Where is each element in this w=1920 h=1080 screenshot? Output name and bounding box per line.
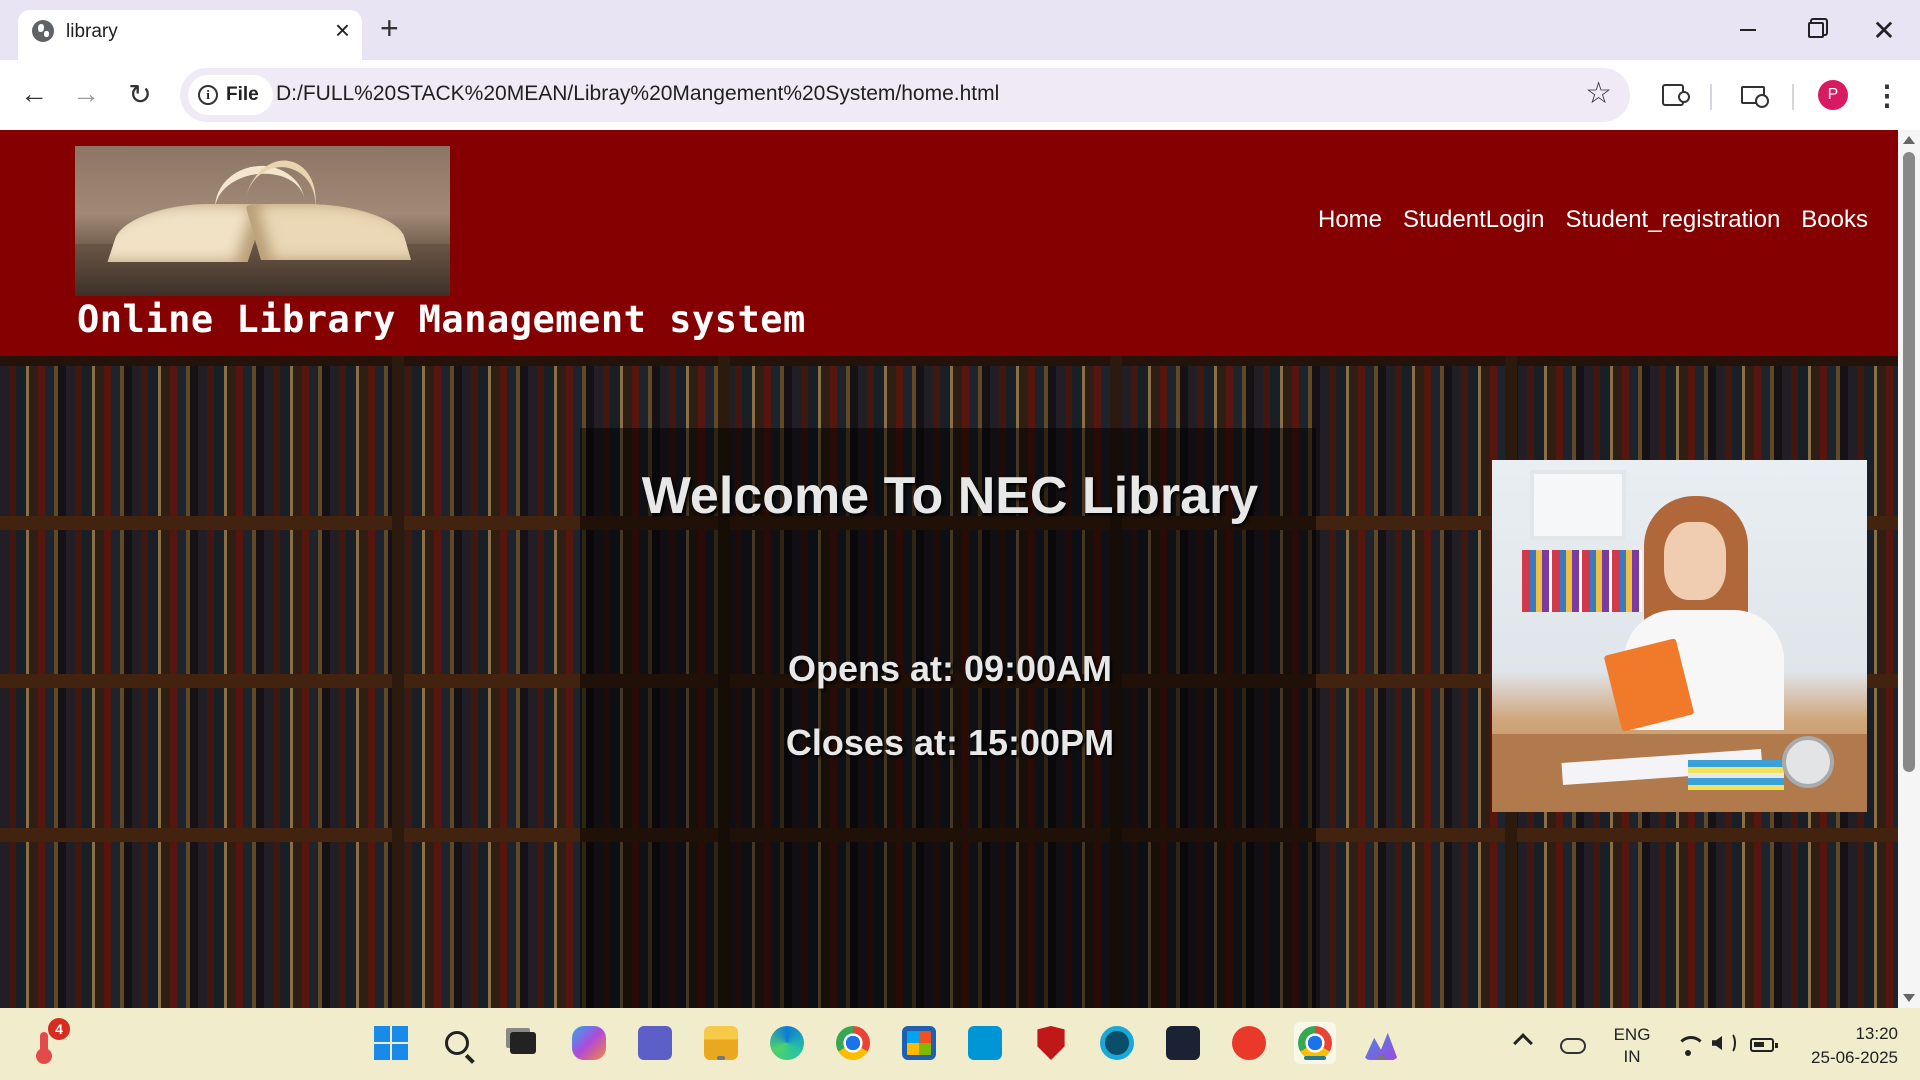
search-icon bbox=[445, 1031, 469, 1055]
search-button[interactable] bbox=[436, 1022, 478, 1064]
welcome-heading: Welcome To NEC Library bbox=[641, 467, 1259, 525]
page-viewport: Online Library Management system Home St… bbox=[0, 130, 1898, 1008]
more-menu-icon[interactable]: ⋮ bbox=[1866, 74, 1908, 116]
task-view-button[interactable] bbox=[502, 1022, 544, 1064]
windows-logo-icon bbox=[374, 1026, 408, 1060]
scroll-thumb[interactable] bbox=[1903, 152, 1915, 772]
toolbar-divider bbox=[1792, 84, 1794, 110]
window-close-button[interactable]: ✕ bbox=[1864, 12, 1904, 48]
chrome-icon bbox=[1298, 1026, 1332, 1060]
nav-link-books[interactable]: Books bbox=[1801, 206, 1868, 234]
folder-icon bbox=[704, 1026, 738, 1060]
system-clock[interactable]: 13:20 25-06-2025 bbox=[1790, 1022, 1898, 1070]
open-book-logo-image bbox=[75, 146, 450, 296]
notification-badge: 4 bbox=[48, 1018, 70, 1040]
photos-icon bbox=[1364, 1032, 1398, 1060]
battery-icon[interactable] bbox=[1750, 1038, 1778, 1052]
minimize-button[interactable] bbox=[1728, 12, 1768, 48]
chrome-app[interactable] bbox=[832, 1022, 874, 1064]
copilot-icon bbox=[572, 1026, 606, 1060]
url-text[interactable]: D:/FULL%20STACK%20MEAN/Libray%20Mangemen… bbox=[276, 82, 999, 106]
extensions-icon[interactable] bbox=[1652, 74, 1694, 116]
myhp-app[interactable] bbox=[964, 1022, 1006, 1064]
restore-button[interactable] bbox=[1796, 12, 1836, 48]
site-header: Online Library Management system Home St… bbox=[0, 130, 1898, 356]
back-arrow-icon[interactable]: ← bbox=[14, 74, 54, 114]
alexa-app[interactable] bbox=[1096, 1022, 1138, 1064]
student-reading-image bbox=[1492, 460, 1867, 812]
photos-app[interactable] bbox=[1360, 1022, 1402, 1064]
profile-avatar[interactable]: P bbox=[1818, 80, 1848, 110]
nav-link-student-login[interactable]: StudentLogin bbox=[1403, 206, 1544, 234]
reload-icon[interactable]: ↻ bbox=[120, 74, 160, 114]
main-nav: Home StudentLogin Student_registration B… bbox=[1318, 206, 1868, 234]
language-code: ENG bbox=[1613, 1025, 1651, 1044]
wps-icon bbox=[1232, 1026, 1266, 1060]
chrome-icon bbox=[836, 1026, 870, 1060]
clock-date: 25-06-2025 bbox=[1811, 1048, 1898, 1067]
scroll-up-arrow-icon[interactable] bbox=[1903, 136, 1915, 144]
chrome-profile-app[interactable] bbox=[1294, 1022, 1336, 1064]
mcafee-shield-icon bbox=[1037, 1026, 1065, 1060]
edge-icon bbox=[770, 1026, 804, 1060]
site-info-label: File bbox=[226, 84, 259, 105]
browser-tab[interactable]: library × bbox=[18, 10, 362, 60]
microsoft-store-app[interactable] bbox=[898, 1022, 940, 1064]
myhp-icon bbox=[968, 1026, 1002, 1060]
close-tab-icon[interactable]: × bbox=[335, 15, 350, 46]
tab-strip: library × + ✕ bbox=[0, 0, 1920, 60]
input-language-indicator[interactable]: ENG IN bbox=[1610, 1024, 1654, 1068]
closing-time: Closes at: 15:00PM bbox=[785, 722, 1115, 763]
page-scrollbar[interactable] bbox=[1898, 130, 1920, 1008]
new-tab-button[interactable]: + bbox=[380, 10, 399, 47]
windows-taskbar: 4 ENG IN 13:20 25-06-2025 bbox=[0, 1008, 1920, 1080]
teams-icon bbox=[638, 1026, 672, 1060]
dolby-app[interactable] bbox=[1162, 1022, 1204, 1064]
site-info-chip[interactable]: i File bbox=[188, 75, 273, 115]
nav-link-home[interactable]: Home bbox=[1318, 206, 1382, 234]
wps-office-app[interactable] bbox=[1228, 1022, 1270, 1064]
onedrive-cloud-icon[interactable] bbox=[1560, 1038, 1586, 1054]
wifi-icon[interactable] bbox=[1676, 1034, 1706, 1058]
alexa-icon bbox=[1100, 1026, 1134, 1060]
tab-title: library bbox=[66, 21, 118, 42]
hero-section: Welcome To NEC Library Opens at: 09:00AM… bbox=[0, 356, 1898, 1008]
scroll-down-arrow-icon[interactable] bbox=[1903, 994, 1915, 1002]
address-bar[interactable]: i File D:/FULL%20STACK%20MEAN/Libray%20M… bbox=[180, 68, 1630, 122]
forward-arrow-icon[interactable]: → bbox=[66, 74, 106, 114]
clock-time: 13:20 bbox=[1855, 1024, 1898, 1043]
info-icon: i bbox=[198, 85, 218, 105]
store-icon bbox=[902, 1026, 936, 1060]
teams-app[interactable] bbox=[634, 1022, 676, 1064]
show-hidden-icons-chevron-icon[interactable] bbox=[1513, 1033, 1533, 1053]
region-code: IN bbox=[1623, 1047, 1641, 1066]
mcafee-app[interactable] bbox=[1030, 1022, 1072, 1064]
edge-app[interactable] bbox=[766, 1022, 808, 1064]
start-button[interactable] bbox=[370, 1022, 412, 1064]
file-explorer-app[interactable] bbox=[700, 1022, 742, 1064]
volume-wave-icon bbox=[1724, 1032, 1736, 1054]
bookmark-star-icon[interactable]: ☆ bbox=[1585, 76, 1612, 111]
globe-icon bbox=[32, 20, 54, 42]
search-tabs-icon[interactable] bbox=[1732, 74, 1774, 116]
volume-icon[interactable] bbox=[1712, 1036, 1722, 1050]
browser-toolbar: ← → ↻ i File D:/FULL%20STACK%20MEAN/Libr… bbox=[0, 60, 1920, 130]
toolbar-divider bbox=[1710, 84, 1712, 110]
site-title: Online Library Management system bbox=[77, 298, 806, 341]
task-view-icon bbox=[510, 1032, 536, 1054]
nav-link-student-registration[interactable]: Student_registration bbox=[1565, 206, 1780, 234]
dolby-icon bbox=[1166, 1026, 1200, 1060]
copilot-app[interactable] bbox=[568, 1022, 610, 1064]
opening-time: Opens at: 09:00AM bbox=[787, 648, 1113, 689]
